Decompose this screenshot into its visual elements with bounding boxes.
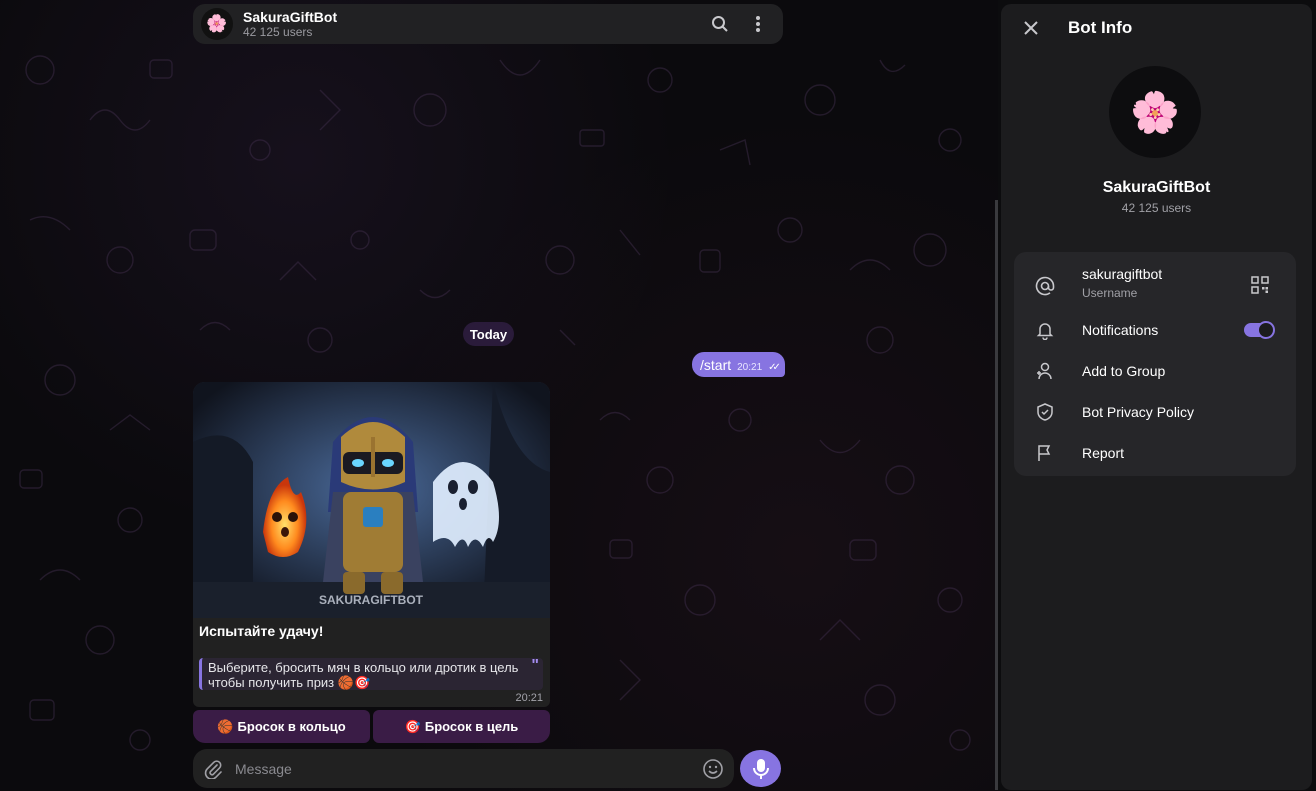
message-text: /start [700,356,732,373]
notifications-toggle[interactable] [1244,321,1275,339]
message-time: 20:21 [515,692,543,704]
profile-avatar[interactable]: 🌸 [1109,66,1201,158]
report-label: Report [1082,445,1125,461]
bot-avatar[interactable]: 🌸 [201,8,233,40]
double-check-icon: ✓✓ [768,362,781,373]
privacy-policy-row[interactable]: Bot Privacy Policy [1014,392,1296,432]
keyboard-button-basket[interactable]: 🏀 Бросок в кольцо [193,710,370,743]
add-to-group-row[interactable]: Add to Group [1014,351,1296,391]
message-time: 20:21 [737,362,763,373]
add-user-icon [1034,360,1056,382]
knight-artwork: SAKURAGIFTBOT [193,382,550,618]
notifications-label: Notifications [1082,322,1159,338]
more-button[interactable] [741,7,775,41]
chat-subtitle: 42 125 users [243,25,313,39]
toggle-knob [1257,321,1275,339]
message-image[interactable]: SAKURAGIFTBOT [193,382,550,618]
outgoing-message[interactable]: /start 20:21 ✓✓ [692,352,785,377]
voice-record-button[interactable] [740,750,781,787]
bell-icon [1034,319,1056,341]
more-vertical-icon [756,16,760,32]
image-watermark: SAKURAGIFTBOT [319,593,424,607]
report-row[interactable]: Report [1014,433,1296,473]
chat-title: SakuraGiftBot [243,9,338,25]
message-composer[interactable]: Message [193,749,734,788]
search-icon [712,16,728,32]
chat-header-names[interactable]: SakuraGiftBot 42 125 users [243,9,699,39]
quote-text: Выберите, бросить мяч в кольцо или дроти… [208,660,519,690]
keyboard-button-label: Бросок в цель [424,719,519,734]
microphone-icon [752,758,769,779]
message-quote: Выберите, бросить мяч в кольцо или дроти… [199,658,543,690]
keyboard-button-label: Бросок в кольцо [237,719,346,734]
add-to-group-label: Add to Group [1082,363,1166,379]
smile-icon[interactable] [702,758,724,780]
chat-area: 🌸 SakuraGiftBot 42 125 users Today /star… [0,0,998,791]
shield-check-icon [1034,401,1056,423]
date-separator: Today [463,322,514,346]
notifications-row[interactable]: Notifications [1014,310,1296,350]
close-panel-button[interactable] [1019,16,1043,40]
message-heading: Испытайте удачу! [199,623,324,639]
username-row[interactable]: sakuragiftbot Username [1014,264,1296,308]
panel-title: Bot Info [1068,18,1133,37]
paperclip-icon[interactable] [203,759,223,779]
message-input[interactable]: Message [235,761,702,777]
chat-header[interactable]: 🌸 SakuraGiftBot 42 125 users [193,4,783,44]
info-list: sakuragiftbot Username Notifications Add… [1014,252,1296,476]
at-icon [1034,275,1056,297]
bot-message[interactable]: SAKURAGIFTBOT Испытайте удачу! Выберите,… [193,382,550,707]
close-icon [1024,21,1038,35]
flag-icon [1034,442,1056,464]
keyboard-button-dart[interactable]: 🎯 Бросок в цель [373,710,550,743]
basketball-icon: 🏀 [217,718,234,734]
username-label: Username [1082,286,1138,300]
quote-icon: " [531,657,539,674]
qr-code-icon[interactable] [1250,275,1270,295]
search-button[interactable] [703,7,737,41]
panel-resize-handle[interactable] [995,200,998,790]
bot-info-panel: Bot Info 🌸 SakuraGiftBot 42 125 users sa… [1001,4,1312,790]
profile-name: SakuraGiftBot [1102,179,1211,196]
dart-icon: 🎯 [404,718,421,734]
profile-users: 42 125 users [1121,201,1192,215]
username-value: sakuragiftbot [1082,266,1163,282]
privacy-policy-label: Bot Privacy Policy [1082,404,1195,420]
